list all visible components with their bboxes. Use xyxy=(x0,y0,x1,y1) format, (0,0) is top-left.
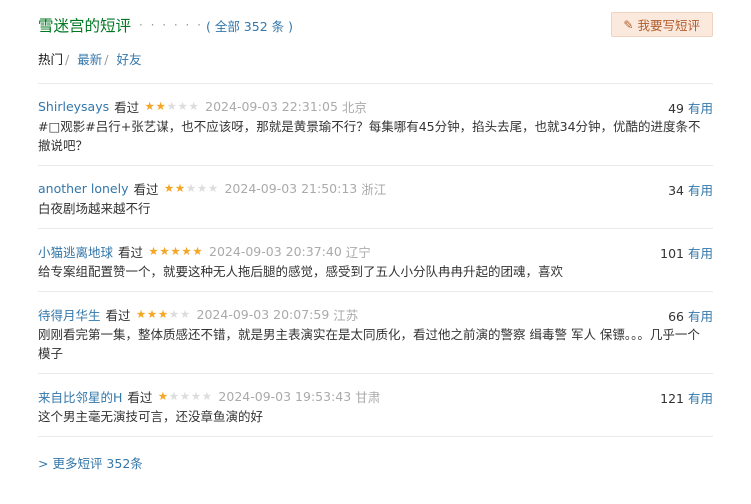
comment-time[interactable]: 2024-09-03 19:53:43 xyxy=(218,389,351,404)
star-filled-icon: ★ xyxy=(146,306,158,321)
vote-number: 101 xyxy=(660,246,684,261)
comment-content: 这个男主毫无演技可言，还没章鱼演的好 xyxy=(38,409,264,424)
star-filled-icon: ★ xyxy=(135,306,147,321)
tab-latest[interactable]: 最新 xyxy=(77,52,102,67)
comment-time[interactable]: 2024-09-03 21:50:13 xyxy=(224,181,357,196)
comment-time[interactable]: 2024-09-03 20:07:59 xyxy=(197,307,330,322)
watch-status: 看过 xyxy=(105,308,131,323)
comment-location: 辽宁 xyxy=(345,245,371,260)
star-empty-icon: ★ xyxy=(166,98,177,113)
comment-item: Shirleysays 看过 ★ ★ ★ ★ ★ 2024-09-03 22:31:05… xyxy=(38,84,713,166)
star-empty-icon: ★ xyxy=(196,180,208,195)
comment-item: 来自比邻星的H 看过 ★ ★ ★ ★ ★ 2024-09-03 19:53:43 甘肃 … xyxy=(38,374,713,437)
comment-user-link[interactable]: 待得月华生 xyxy=(38,305,101,324)
comment-user-link[interactable]: Shirleysays xyxy=(38,99,109,114)
star-filled-icon: ★ xyxy=(144,98,155,113)
star-empty-icon: ★ xyxy=(168,388,180,403)
comment-item: another lonely 看过 ★ ★ ★ ★ ★ 2024-09-03 21:50… xyxy=(38,166,713,229)
comment-meta: 小猫逃离地球 看过 ★ ★ ★ ★ ★ 2024-09-03 20:37:40 辽宁 1… xyxy=(38,242,713,262)
rating-stars: ★ ★ ★ ★ ★ xyxy=(157,388,213,403)
comment-content: 刚刚看完第一集，整体质感还不错，就是男主表演实在是太同质化，看过他之前演的警察 … xyxy=(38,327,700,361)
comment-time[interactable]: 2024-09-03 20:37:40 xyxy=(209,244,342,259)
vote-number: 121 xyxy=(660,391,684,406)
vote-number: 66 xyxy=(668,309,684,324)
comment-meta: 来自比邻星的H 看过 ★ ★ ★ ★ ★ 2024-09-03 19:53:43 甘肃 … xyxy=(38,387,713,407)
comment-location: 江苏 xyxy=(333,308,359,323)
rating-stars: ★ ★ ★ ★ ★ xyxy=(135,306,191,321)
useful-button[interactable]: 有用 xyxy=(688,309,713,324)
rating-stars: ★ ★ ★ ★ ★ xyxy=(163,180,219,195)
comment-user-link[interactable]: 来自比邻星的H xyxy=(38,387,122,406)
comment-user-link[interactable]: 小猫逃离地球 xyxy=(38,242,113,261)
vote-count: 66 有用 xyxy=(668,306,713,325)
star-empty-icon: ★ xyxy=(185,180,197,195)
comment-meta: 待得月华生 看过 ★ ★ ★ ★ ★ 2024-09-03 20:07:59 江苏 66… xyxy=(38,305,713,325)
vote-count: 34 有用 xyxy=(668,180,713,199)
tab-hot[interactable]: 热门 xyxy=(38,52,63,67)
section-title: 雪迷宫的短评 xyxy=(38,17,132,35)
pencil-icon: ✎ xyxy=(623,17,634,32)
watch-status: 看过 xyxy=(118,245,144,260)
comment-meta: another lonely 看过 ★ ★ ★ ★ ★ 2024-09-03 21:50… xyxy=(38,180,713,199)
title-dots: · · · · · · xyxy=(139,18,203,32)
tab-friends[interactable]: 好友 xyxy=(116,52,141,67)
star-empty-icon: ★ xyxy=(179,306,191,321)
star-filled-icon: ★ xyxy=(163,180,175,195)
comment-content: 给专案组配置赞一个，就要这种无人拖后腿的感觉，感受到了五人小分队冉冉升起的团魂，… xyxy=(38,264,564,279)
watch-status: 看过 xyxy=(133,182,159,197)
star-empty-icon: ★ xyxy=(201,388,213,403)
vote-count: 101 有用 xyxy=(660,243,713,262)
comment-content: 白夜剧场越来越不行 xyxy=(38,201,151,216)
comment-list: Shirleysays 看过 ★ ★ ★ ★ ★ 2024-09-03 22:31:05… xyxy=(38,83,713,437)
comment-location: 北京 xyxy=(341,100,367,115)
star-empty-icon: ★ xyxy=(207,180,219,195)
star-filled-icon: ★ xyxy=(181,243,192,258)
useful-button[interactable]: 有用 xyxy=(688,391,713,406)
tab-separator: / xyxy=(65,52,70,67)
comment-item: 待得月华生 看过 ★ ★ ★ ★ ★ 2024-09-03 20:07:59 江苏 66… xyxy=(38,292,713,374)
comment-meta: Shirleysays 看过 ★ ★ ★ ★ ★ 2024-09-03 22:31:05… xyxy=(38,98,713,117)
vote-count: 121 有用 xyxy=(660,388,713,407)
tab-separator: / xyxy=(104,52,109,67)
star-empty-icon: ★ xyxy=(179,388,191,403)
star-empty-icon: ★ xyxy=(168,306,180,321)
star-filled-icon: ★ xyxy=(159,243,170,258)
comments-section: 雪迷宫的短评 · · · · · · ( 全部 352 条 ) ✎ 我要写短评 … xyxy=(0,0,751,504)
write-review-label: 我要写短评 xyxy=(637,18,700,33)
vote-number: 49 xyxy=(668,101,684,116)
star-filled-icon: ★ xyxy=(157,306,169,321)
useful-button[interactable]: 有用 xyxy=(688,183,713,198)
star-filled-icon: ★ xyxy=(148,243,159,258)
watch-status: 看过 xyxy=(127,390,153,405)
useful-button[interactable]: 有用 xyxy=(688,246,713,261)
watch-status: 看过 xyxy=(114,100,140,115)
comment-content: #□观影#吕行+张艺谋，也不应该呀，那就是黄景瑜不行？每集哪有45分钟，掐头去尾… xyxy=(38,119,701,153)
star-empty-icon: ★ xyxy=(177,98,188,113)
comment-time[interactable]: 2024-09-03 22:31:05 xyxy=(205,99,338,114)
star-empty-icon: ★ xyxy=(190,388,202,403)
rating-stars: ★ ★ ★ ★ ★ xyxy=(148,243,203,258)
vote-count: 49 有用 xyxy=(668,98,713,117)
star-empty-icon: ★ xyxy=(188,98,199,113)
rating-stars: ★ ★ ★ ★ ★ xyxy=(144,98,199,113)
useful-button[interactable]: 有用 xyxy=(688,101,713,116)
comment-location: 浙江 xyxy=(361,182,387,197)
more-comments: > 更多短评 352条 xyxy=(38,453,713,472)
star-filled-icon: ★ xyxy=(174,180,186,195)
write-review-button[interactable]: ✎ 我要写短评 xyxy=(611,12,713,37)
comment-user-link[interactable]: another lonely xyxy=(38,181,128,196)
comment-location: 甘肃 xyxy=(355,390,381,405)
star-filled-icon: ★ xyxy=(155,98,166,113)
vote-number: 34 xyxy=(668,183,684,198)
star-filled-icon: ★ xyxy=(157,388,169,403)
comment-item: 小猫逃离地球 看过 ★ ★ ★ ★ ★ 2024-09-03 20:37:40 辽宁 1… xyxy=(38,229,713,292)
total-count-link[interactable]: ( 全部 352 条 ) xyxy=(206,16,293,35)
star-filled-icon: ★ xyxy=(170,243,181,258)
star-filled-icon: ★ xyxy=(192,243,203,258)
sort-tabs: 热门 / 最新 / 好友 xyxy=(38,49,713,69)
more-comments-link[interactable]: > 更多短评 352条 xyxy=(38,456,143,471)
